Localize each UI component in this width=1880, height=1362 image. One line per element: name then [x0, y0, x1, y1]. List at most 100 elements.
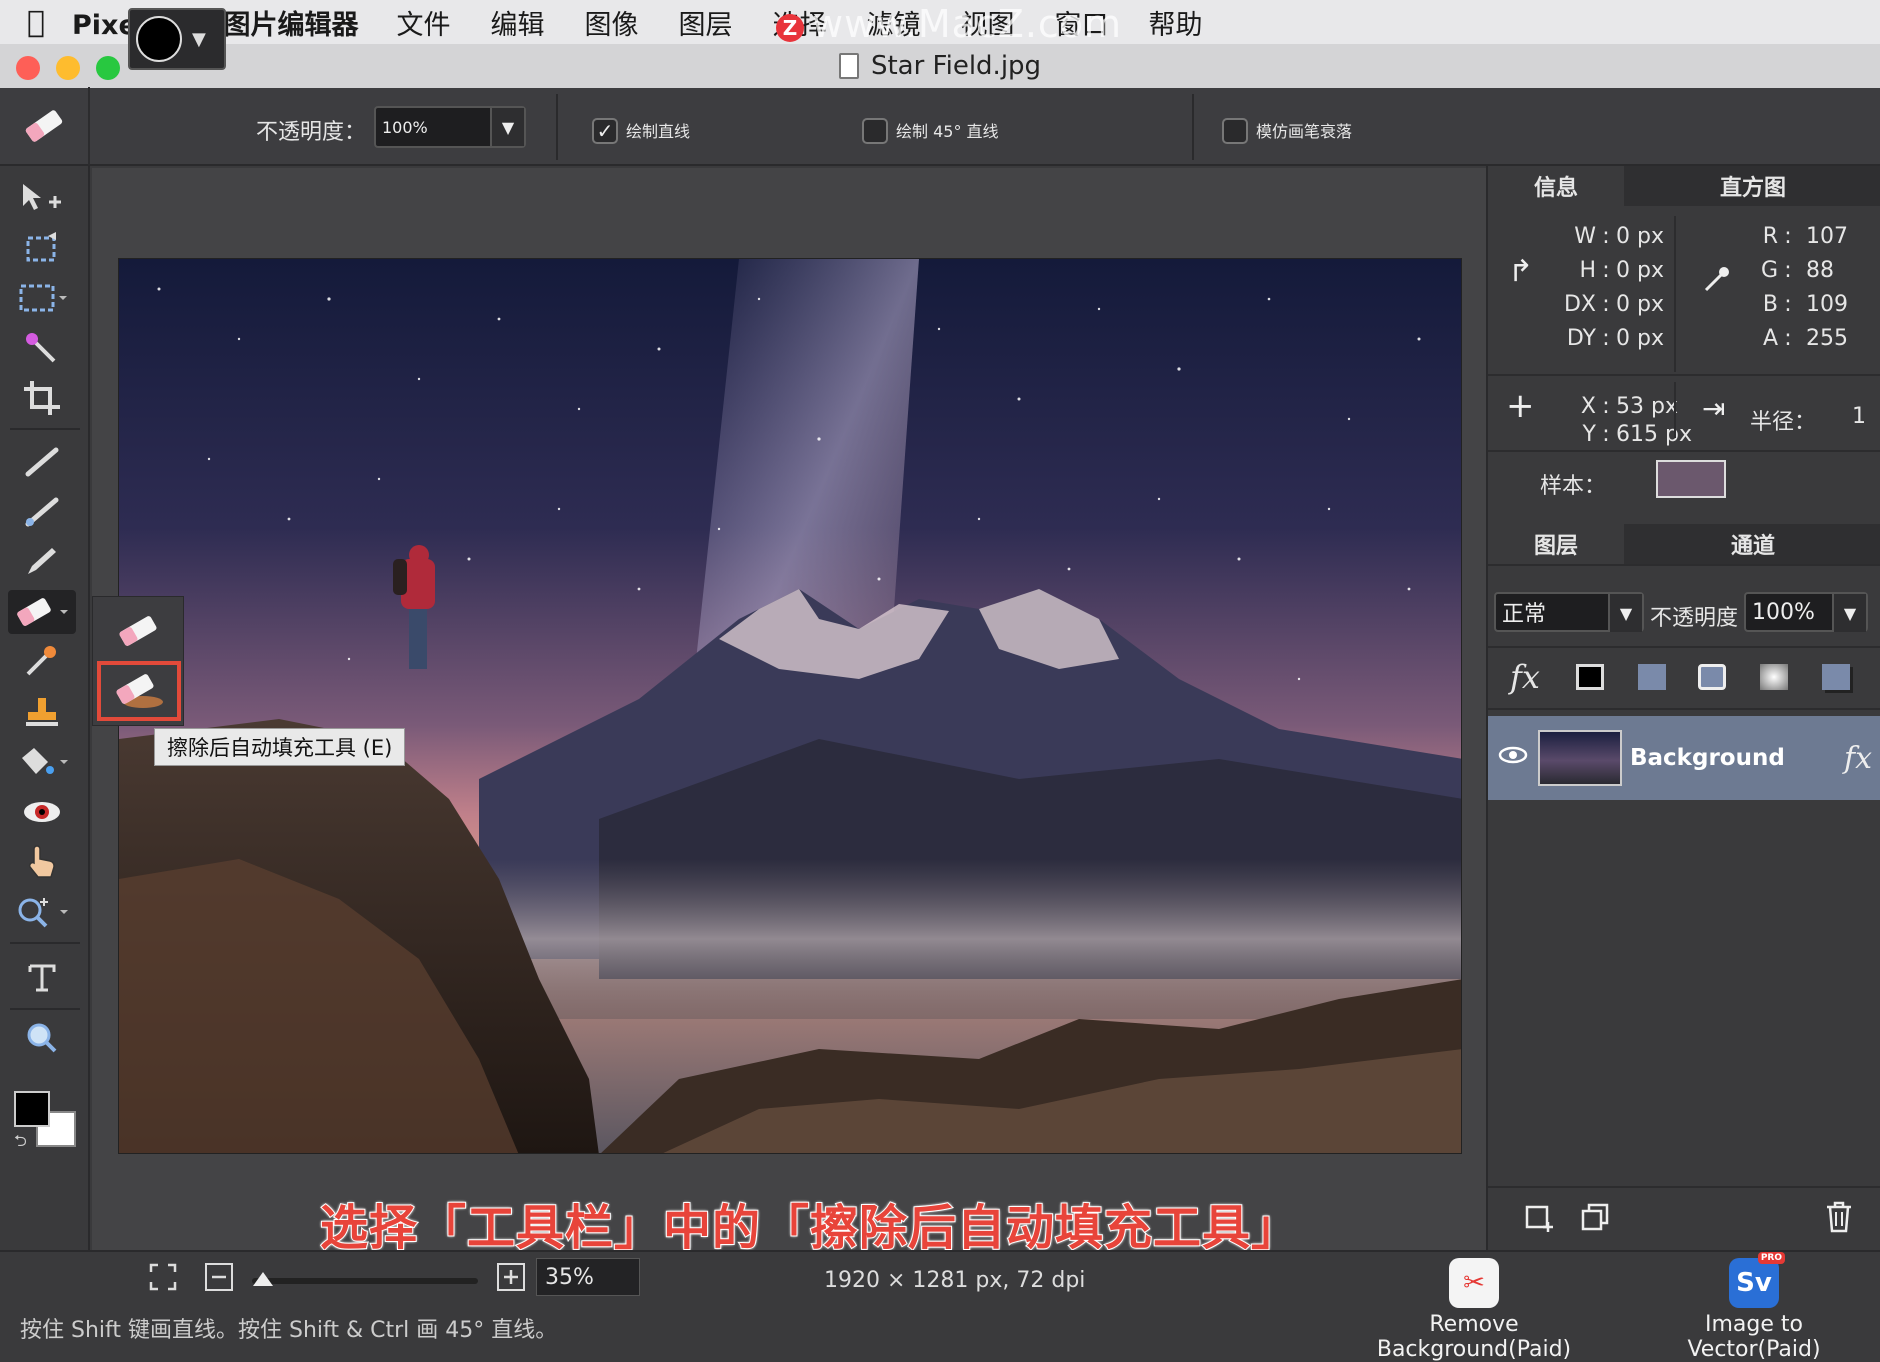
tool-hint: 按住 Shift 键画直线。按住 Shift & Ctrl 画 45° 直线。: [20, 1318, 558, 1343]
brush-preset-picker[interactable]: ▼: [128, 8, 226, 70]
eyedropper-tool-icon[interactable]: [12, 640, 72, 684]
stamp-tool-icon[interactable]: [12, 690, 72, 734]
current-tool-eraser-icon: [0, 87, 90, 165]
pencil-tool-icon[interactable]: [12, 540, 72, 584]
radius-label: 半径：: [1750, 410, 1817, 435]
layer-opacity-select[interactable]: 100% ▼: [1744, 592, 1868, 632]
info-dx: DX:0 px: [1563, 292, 1664, 317]
apple-icon[interactable]: : [0, 5, 72, 40]
blend-mode-value: 正常: [1502, 602, 1547, 627]
swap-colors-icon[interactable]: ⮌: [14, 1130, 27, 1157]
zoom-slider[interactable]: [252, 1278, 478, 1284]
content-aware-eraser-option-icon[interactable]: [97, 661, 181, 721]
magic-wand-tool-icon[interactable]: [12, 326, 72, 370]
transform-tool-icon[interactable]: [12, 226, 72, 270]
paintbrush-tool-icon[interactable]: [12, 440, 72, 484]
tab-channels[interactable]: 通道: [1624, 524, 1880, 564]
tab-info[interactable]: 信息: [1488, 166, 1624, 206]
info-b: B:109: [1762, 292, 1848, 317]
info-x: X:53 px: [1580, 394, 1678, 419]
remove-background-button[interactable]: ✂ Remove Background(Paid): [1334, 1258, 1614, 1362]
remove-background-label: Remove Background(Paid): [1376, 1312, 1572, 1362]
fill-effect-icon[interactable]: [1638, 664, 1666, 690]
menu-file[interactable]: 文件: [397, 3, 451, 42]
layer-row-background[interactable]: Background fx: [1488, 716, 1880, 800]
inner-glow-effect-icon[interactable]: [1698, 664, 1726, 690]
red-eye-tool-icon[interactable]: [12, 790, 72, 834]
fx-icon[interactable]: fx: [1510, 658, 1540, 696]
shadow-effect-icon[interactable]: [1822, 664, 1850, 690]
menu-help[interactable]: 帮助: [1149, 3, 1203, 42]
marquee-tool-icon[interactable]: [12, 276, 72, 320]
duplicate-layer-icon[interactable]: [1580, 1202, 1612, 1240]
menu-edit[interactable]: 编辑: [491, 3, 545, 42]
brush-tip-preview: [136, 16, 182, 62]
divider: [556, 94, 558, 160]
smudge-tool-icon[interactable]: [12, 490, 72, 534]
fit-screen-icon[interactable]: [148, 1262, 178, 1298]
divider: [1674, 382, 1676, 438]
text-tool-icon[interactable]: [12, 956, 72, 1000]
tool-tooltip: 擦除后自动填充工具 (E): [154, 728, 406, 766]
hand-tool-icon[interactable]: [12, 840, 72, 884]
watermark: www.MacZ.com: [812, 2, 1123, 46]
magnifier-tool-icon[interactable]: [12, 1016, 72, 1060]
foreground-color-swatch-top[interactable]: [14, 1091, 50, 1127]
scissors-icon: ✂: [1449, 1258, 1499, 1308]
image-to-vector-label: Image to Vector(Paid): [1687, 1312, 1821, 1362]
outer-glow-effect-icon[interactable]: [1760, 664, 1788, 690]
layer-actions-bar: [1488, 1186, 1880, 1250]
info-tabs: 信息 直方图: [1488, 166, 1880, 206]
draw-45-checkbox[interactable]: [862, 118, 888, 144]
zoom-tool-icon[interactable]: [12, 890, 72, 934]
zoom-in-icon[interactable]: [496, 1262, 526, 1298]
chevron-down-icon: ▼: [1608, 594, 1642, 632]
canvas-image[interactable]: [118, 258, 1462, 1154]
zoom-window-button[interactable]: [96, 56, 120, 80]
opacity-label: 不透明度：: [256, 120, 367, 145]
menu-image[interactable]: 图像: [585, 3, 639, 42]
eraser-option-icon[interactable]: [103, 605, 173, 657]
window-title: Star Field.jpg: [870, 51, 1042, 81]
layer-opacity-value: 100%: [1752, 599, 1815, 625]
zoom-input[interactable]: 35%: [536, 1258, 640, 1296]
eraser-tool-icon[interactable]: [8, 590, 76, 634]
stroke-effect-icon[interactable]: [1576, 664, 1604, 690]
info-y: Y:615 px: [1582, 422, 1692, 447]
crop-tool-icon[interactable]: [12, 376, 72, 420]
title-bar: Star Field.jpg: [0, 44, 1880, 88]
new-layer-icon[interactable]: [1524, 1202, 1556, 1240]
menu-layer[interactable]: 图层: [679, 3, 733, 42]
zoom-out-icon[interactable]: [204, 1262, 234, 1298]
divider: [10, 1008, 80, 1010]
draw-45-label: 绘制 45° 直线: [896, 122, 999, 141]
divider: [1488, 450, 1880, 452]
draw-line-checkbox[interactable]: ✓: [592, 118, 618, 144]
fill-tool-icon[interactable]: [12, 740, 72, 784]
layer-fx-icon[interactable]: fx: [1844, 741, 1872, 776]
chevron-down-icon: ▼: [490, 108, 524, 146]
document-icon: [838, 53, 859, 79]
info-h: H:0 px: [1579, 258, 1664, 283]
divider: [1488, 374, 1880, 376]
chevron-down-icon: ▼: [1832, 594, 1866, 632]
info-a: A:255: [1762, 326, 1848, 351]
close-window-button[interactable]: [16, 56, 40, 80]
image-to-vector-button[interactable]: Sv PRO Image to Vector(Paid): [1636, 1252, 1872, 1362]
eye-icon[interactable]: [1498, 745, 1528, 771]
crosshair-icon: +: [1506, 386, 1535, 426]
trash-icon[interactable]: [1824, 1200, 1854, 1240]
minimize-window-button[interactable]: [56, 56, 80, 80]
checkmark-icon: ✓: [596, 119, 614, 143]
info-r: R:107: [1762, 224, 1848, 249]
move-tool-icon[interactable]: [12, 176, 72, 220]
brush-fade-checkbox[interactable]: [1222, 118, 1248, 144]
tab-layers[interactable]: 图层: [1488, 524, 1624, 564]
tool-palette: [0, 166, 90, 1250]
chevron-down-icon: ▼: [192, 28, 206, 50]
opacity-select[interactable]: 100% ▼: [374, 106, 526, 148]
tab-histogram[interactable]: 直方图: [1624, 166, 1880, 206]
blend-mode-select[interactable]: 正常 ▼: [1494, 592, 1644, 632]
sample-color-swatch: [1656, 460, 1726, 498]
image-dimensions: 1920 × 1281 px, 72 dpi: [824, 1268, 1086, 1293]
